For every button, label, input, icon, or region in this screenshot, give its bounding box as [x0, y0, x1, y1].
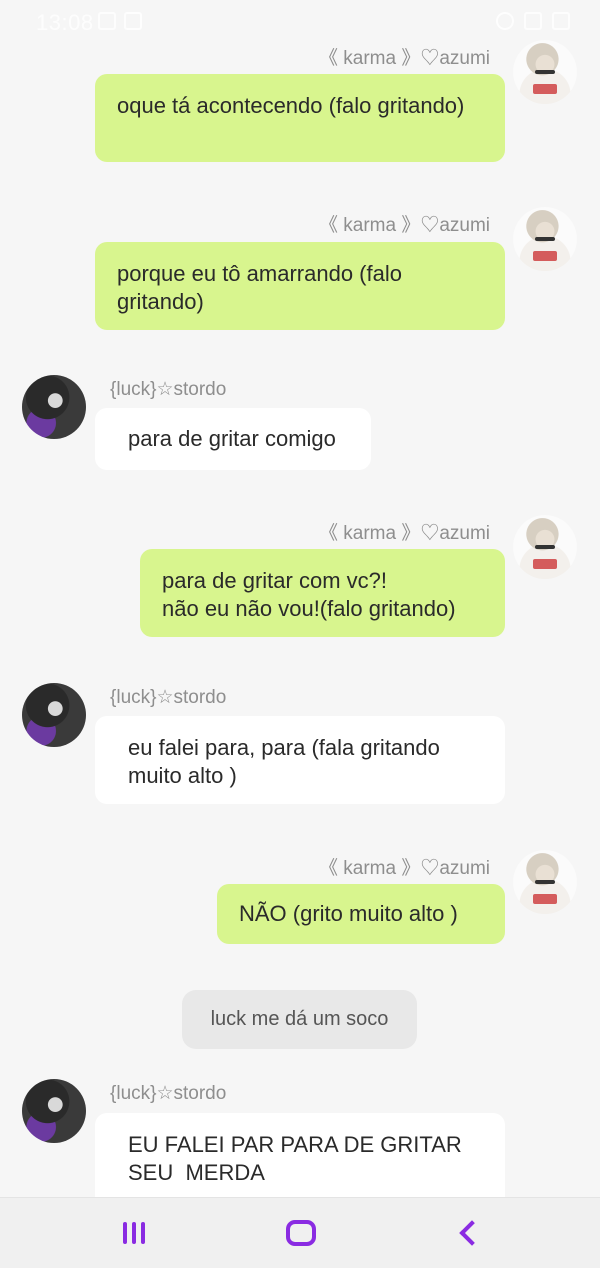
- system-icons: [496, 12, 570, 30]
- message-bubble[interactable]: eu falei para, para (fala gritando muito…: [95, 716, 505, 804]
- signal-icon: [524, 12, 542, 30]
- message-author[interactable]: {luck}☆stordo: [110, 1082, 226, 1105]
- gallery-icon: [98, 12, 116, 30]
- system-message: luck me dá um soco: [182, 990, 417, 1049]
- avatar[interactable]: [513, 40, 577, 104]
- navigation-bar: [0, 1197, 600, 1268]
- avatar[interactable]: [22, 1079, 86, 1143]
- recents-icon: [123, 1222, 145, 1244]
- app-icon: [124, 12, 142, 30]
- message-author[interactable]: {luck}☆stordo: [110, 378, 226, 401]
- avatar[interactable]: [22, 375, 86, 439]
- mute-icon: [496, 12, 514, 30]
- battery-icon: [552, 12, 570, 30]
- message-bubble[interactable]: EU FALEI PAR PARA DE GRITAR SEU MERDA: [95, 1113, 505, 1197]
- message-author[interactable]: 《 karma 》♡azumi: [319, 43, 490, 70]
- notification-icons: [98, 12, 142, 30]
- avatar[interactable]: [22, 683, 86, 747]
- avatar[interactable]: [513, 850, 577, 914]
- message-bubble[interactable]: NÃO (grito muito alto ): [217, 884, 505, 944]
- message-author[interactable]: {luck}☆stordo: [110, 686, 226, 709]
- chat-thread: 《 karma 》♡azumi oque tá acontecendo (fal…: [0, 0, 600, 1197]
- message-author[interactable]: 《 karma 》♡azumi: [319, 210, 490, 237]
- status-time: 13:08: [36, 10, 94, 35]
- avatar[interactable]: [513, 515, 577, 579]
- status-bar: 13:08: [0, 0, 600, 44]
- message-author[interactable]: 《 karma 》♡azumi: [319, 518, 490, 545]
- message-bubble[interactable]: porque eu tô amarrando (falo gritando): [95, 242, 505, 330]
- avatar[interactable]: [513, 207, 577, 271]
- message-bubble[interactable]: para de gritar com vc?! não eu não vou!(…: [140, 549, 505, 637]
- message-bubble[interactable]: oque tá acontecendo (falo gritando): [95, 74, 505, 162]
- back-button[interactable]: [448, 1216, 488, 1250]
- home-icon: [286, 1220, 316, 1246]
- message-bubble[interactable]: para de gritar comigo: [95, 408, 371, 470]
- back-icon: [459, 1220, 485, 1246]
- message-author[interactable]: 《 karma 》♡azumi: [319, 853, 490, 880]
- home-button[interactable]: [281, 1216, 321, 1250]
- recents-button[interactable]: [114, 1216, 154, 1250]
